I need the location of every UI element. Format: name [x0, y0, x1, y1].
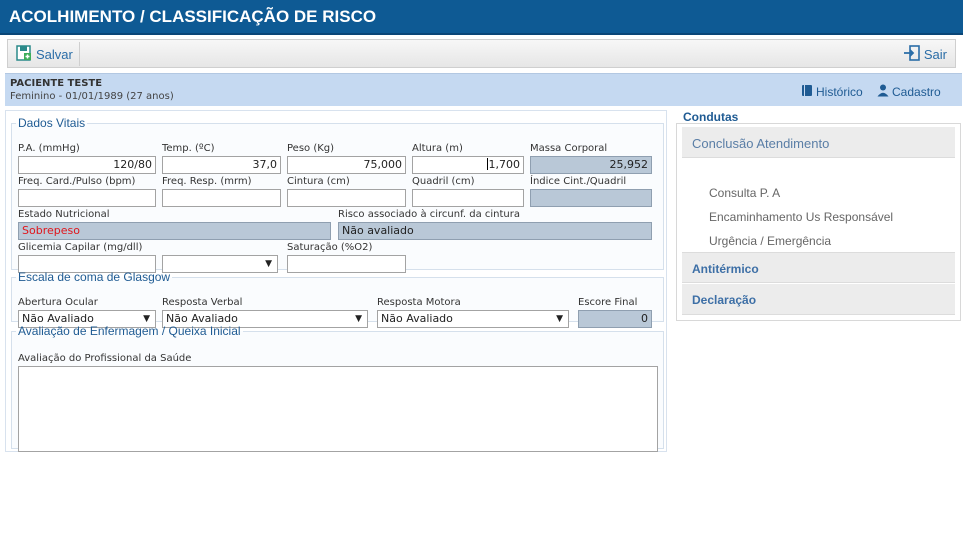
- freq-resp-label: Freq. Resp. (mrm): [162, 176, 252, 187]
- conduta-encaminhamento[interactable]: Encaminhamento Us Responsável: [709, 210, 893, 224]
- conduta-urgencia[interactable]: Urgência / Emergência: [709, 234, 831, 248]
- indice-label: Índice Cint./Quadril: [530, 176, 627, 187]
- pa-label: P.A. (mmHg): [18, 143, 80, 154]
- condutas-panel: Condutas Conclusão Atendimento Consulta …: [676, 110, 961, 321]
- patient-bar: PACIENTE TESTE Feminino - 01/01/1989 (27…: [5, 73, 962, 106]
- indice-input: [530, 189, 652, 207]
- patient-name: PACIENTE TESTE: [10, 78, 103, 89]
- cintura-input[interactable]: [287, 189, 406, 207]
- altura-value: 1,700: [488, 158, 521, 171]
- verbal-label: Resposta Verbal: [162, 297, 243, 308]
- accordion-conclusao[interactable]: Conclusão Atendimento: [682, 127, 955, 158]
- massa-label: Massa Corporal: [530, 143, 608, 154]
- register-link[interactable]: Cadastro: [877, 84, 941, 100]
- altura-label: Altura (m): [412, 143, 463, 154]
- exit-button[interactable]: Sair: [903, 42, 947, 66]
- glasgow-fieldset: Escala de coma de Glasgow Abertura Ocula…: [11, 270, 664, 328]
- freq-resp-input[interactable]: [162, 189, 281, 207]
- page-title: ACOLHIMENTO / CLASSIFICAÇÃO DE RISCO: [9, 7, 377, 26]
- freq-card-label: Freq. Card./Pulso (bpm): [18, 176, 136, 187]
- estado-input: Sobrepeso: [18, 222, 331, 240]
- title-bar: ACOLHIMENTO / CLASSIFICAÇÃO DE RISCO: [0, 0, 963, 35]
- freq-card-input[interactable]: [18, 189, 156, 207]
- patient-info: Feminino - 01/01/1989 (27 anos): [10, 91, 174, 102]
- condutas-accordion: Conclusão Atendimento Consulta P. A Enca…: [676, 123, 961, 321]
- text-cursor: [486, 158, 488, 170]
- massa-input: 25,952: [530, 156, 652, 174]
- peso-label: Peso (Kg): [287, 143, 335, 154]
- history-link[interactable]: Histórico: [801, 84, 863, 100]
- condutas-title: Condutas: [683, 110, 739, 124]
- vitals-legend: Dados Vitais: [18, 116, 86, 130]
- save-button[interactable]: Salvar: [11, 42, 80, 66]
- temp-label: Temp. (ºC): [162, 143, 215, 154]
- motora-select-value: Não Avaliado: [381, 312, 453, 325]
- risco-label: Risco associado à circunf. da cintura: [338, 209, 521, 220]
- chevron-down-icon: ▼: [265, 259, 272, 269]
- history-label: Histórico: [816, 85, 863, 99]
- peso-input[interactable]: 75,000: [287, 156, 406, 174]
- main-form-panel: Dados Vitais P.A. (mmHg) 120/80 Temp. (º…: [5, 110, 667, 452]
- accordion-declaracao[interactable]: Declaração: [682, 284, 955, 315]
- quadril-label: Quadril (cm): [412, 176, 475, 187]
- nursing-textarea[interactable]: [18, 366, 658, 452]
- pa-input[interactable]: 120/80: [18, 156, 156, 174]
- nursing-legend: Avaliação de Enfermagem / Queixa Inicial: [18, 324, 241, 338]
- altura-input[interactable]: 1,700: [412, 156, 524, 174]
- glasgow-legend: Escala de coma de Glasgow: [18, 270, 171, 284]
- accordion-antitermico[interactable]: Antitérmico: [682, 252, 955, 283]
- conduta-consulta[interactable]: Consulta P. A: [709, 186, 780, 200]
- nursing-label: Avaliação do Profissional da Saúde: [18, 353, 192, 364]
- register-label: Cadastro: [892, 85, 941, 99]
- save-label: Salvar: [36, 46, 73, 62]
- quadril-input[interactable]: [412, 189, 524, 207]
- exit-label: Sair: [923, 46, 947, 62]
- glicemia-label: Glicemia Capilar (mg/dll): [18, 242, 143, 253]
- ocular-label: Abertura Ocular: [18, 297, 98, 308]
- estado-label: Estado Nutricional: [18, 209, 110, 220]
- exit-icon: [903, 44, 921, 65]
- toolbar: Salvar Sair: [7, 39, 956, 68]
- saturacao-label: Saturação (%O2): [287, 242, 373, 253]
- risco-input: Não avaliado: [338, 222, 652, 240]
- cintura-label: Cintura (cm): [287, 176, 350, 187]
- user-icon: [877, 84, 889, 100]
- escore-label: Escore Final: [578, 297, 638, 308]
- temp-input[interactable]: 37,0: [162, 156, 281, 174]
- vitals-fieldset: Dados Vitais P.A. (mmHg) 120/80 Temp. (º…: [11, 116, 664, 273]
- motora-label: Resposta Motora: [377, 297, 461, 308]
- nursing-fieldset: Avaliação de Enfermagem / Queixa Inicial…: [11, 324, 664, 452]
- book-icon: [801, 84, 813, 100]
- save-icon: [15, 44, 33, 65]
